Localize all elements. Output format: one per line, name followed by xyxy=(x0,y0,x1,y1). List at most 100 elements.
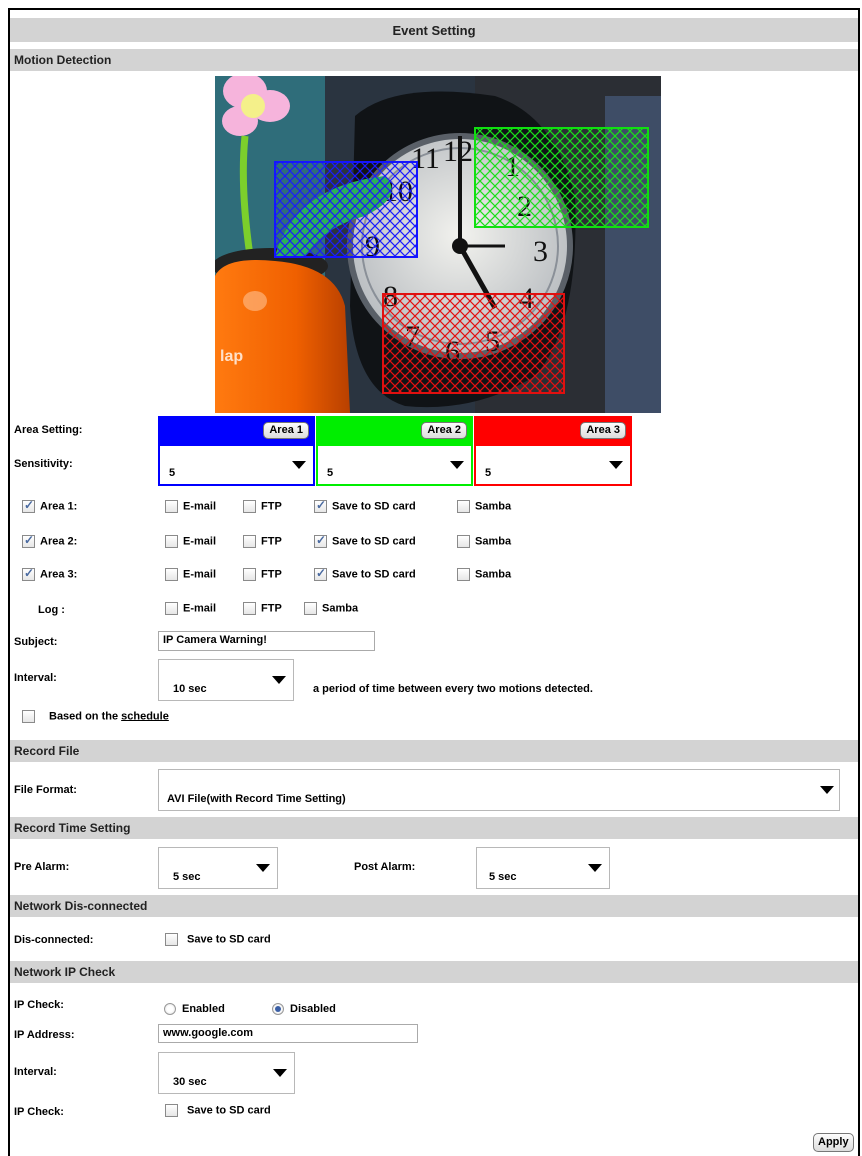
section-motion-detection: Motion Detection xyxy=(10,49,858,71)
area-1-sd-checkbox[interactable]: Save to SD card xyxy=(314,498,416,513)
log-ftp-checkbox[interactable]: FTP xyxy=(243,602,282,615)
apply-button[interactable]: Apply xyxy=(813,1133,854,1152)
disconnected-label: Dis-connected: xyxy=(14,934,94,946)
sensitivity-value: 5 xyxy=(485,467,492,479)
checkbox-icon xyxy=(22,710,35,723)
chevron-down-icon xyxy=(292,461,306,469)
schedule-checkbox[interactable]: Based on the schedule xyxy=(22,710,169,723)
email-label: E-mail xyxy=(183,602,217,615)
checkbox-icon xyxy=(457,500,470,513)
ip-check-sd-checkbox[interactable]: Save to SD card xyxy=(165,1104,271,1117)
sensitivity-select-area-1[interactable]: 5 xyxy=(158,444,315,486)
area-3-header: Area 3 xyxy=(474,416,632,444)
ftp-label: FTP xyxy=(261,500,282,513)
pre-alarm-value: 5 sec xyxy=(173,871,201,883)
area-3-button[interactable]: Area 3 xyxy=(580,422,626,439)
radio-icon xyxy=(272,1003,284,1016)
area-1-samba-checkbox[interactable]: Samba xyxy=(457,500,511,513)
area-2-sd-checkbox[interactable]: Save to SD card xyxy=(314,533,416,548)
post-alarm-value: 5 sec xyxy=(489,871,517,883)
ip-interval-value: 30 sec xyxy=(173,1076,207,1088)
area-1-label: Area 1: xyxy=(40,500,78,513)
sensitivity-select-area-3[interactable]: 5 xyxy=(474,444,632,486)
sensitivity-value: 5 xyxy=(327,467,334,479)
area-2-enable-checkbox[interactable]: Area 2: xyxy=(22,533,78,548)
file-format-label: File Format: xyxy=(14,784,77,796)
schedule-prefix: Based on the xyxy=(49,710,119,723)
checkbox-icon xyxy=(22,533,35,548)
checkbox-icon xyxy=(314,566,327,581)
interval-label: Interval: xyxy=(14,672,57,684)
area-3-email-checkbox[interactable]: E-mail xyxy=(165,568,216,581)
area-3-label: Area 3: xyxy=(40,568,78,581)
chevron-down-icon xyxy=(820,786,834,794)
file-format-select[interactable]: AVI File(with Record Time Setting) xyxy=(158,769,840,811)
pre-alarm-select[interactable]: 5 sec xyxy=(158,847,278,889)
chevron-down-icon xyxy=(272,676,286,684)
area-3-ftp-checkbox[interactable]: FTP xyxy=(243,568,282,581)
ftp-label: FTP xyxy=(261,568,282,581)
log-email-checkbox[interactable]: E-mail xyxy=(165,602,216,615)
disabled-label: Disabled xyxy=(290,1003,336,1015)
motion-area-3[interactable] xyxy=(382,293,565,394)
area-2-label: Area 2: xyxy=(40,535,78,548)
checkbox-icon xyxy=(243,500,256,513)
checkbox-icon xyxy=(314,533,327,548)
section-record-time: Record Time Setting xyxy=(10,817,858,839)
subject-input[interactable]: IP Camera Warning! xyxy=(158,631,375,651)
area-setting-label: Area Setting: xyxy=(14,424,83,436)
section-network-disconnected: Network Dis-connected xyxy=(10,895,858,917)
sensitivity-value: 5 xyxy=(169,467,176,479)
area-1-enable-checkbox[interactable]: Area 1: xyxy=(22,498,78,513)
area-3-sd-checkbox[interactable]: Save to SD card xyxy=(314,566,416,581)
subject-label: Subject: xyxy=(14,636,58,648)
camera-snapshot-image: lap 12 1 2 3 4 5 6 7 8 9 10 11 xyxy=(212,73,661,413)
file-format-value: AVI File(with Record Time Setting) xyxy=(167,793,346,805)
ip-interval-select[interactable]: 30 sec xyxy=(158,1052,295,1094)
post-alarm-select[interactable]: 5 sec xyxy=(476,847,610,889)
log-label: Log : xyxy=(38,604,65,616)
ip-check-enabled-radio[interactable]: Enabled xyxy=(164,1003,225,1016)
schedule-link[interactable]: schedule xyxy=(121,710,169,722)
camera-preview[interactable]: lap 12 1 2 3 4 5 6 7 8 9 10 11 xyxy=(212,73,661,413)
sensitivity-select-area-2[interactable]: 5 xyxy=(316,444,473,486)
checkbox-icon xyxy=(165,1104,178,1117)
sd-label: Save to SD card xyxy=(187,933,271,946)
ftp-label: FTP xyxy=(261,602,282,615)
motion-area-1[interactable] xyxy=(274,161,418,258)
page-title: Event Setting xyxy=(10,18,858,42)
ip-check-label: IP Check: xyxy=(14,999,64,1011)
pre-alarm-label: Pre Alarm: xyxy=(14,861,70,873)
samba-label: Samba xyxy=(475,500,512,513)
section-network-ip-check: Network IP Check xyxy=(10,961,858,983)
area-1-button[interactable]: Area 1 xyxy=(263,422,309,439)
enabled-label: Enabled xyxy=(182,1003,225,1015)
area-3-enable-checkbox[interactable]: Area 3: xyxy=(22,566,78,581)
checkbox-icon xyxy=(304,602,317,615)
svg-text:3: 3 xyxy=(533,235,548,268)
area-3-samba-checkbox[interactable]: Samba xyxy=(457,568,511,581)
area-1-ftp-checkbox[interactable]: FTP xyxy=(243,500,282,513)
ip-address-input[interactable]: www.google.com xyxy=(158,1024,418,1043)
area-2-ftp-checkbox[interactable]: FTP xyxy=(243,535,282,548)
area-2-email-checkbox[interactable]: E-mail xyxy=(165,535,216,548)
radio-icon xyxy=(164,1003,176,1016)
checkbox-icon xyxy=(22,566,35,581)
sd-label: Save to SD card xyxy=(332,500,416,513)
checkbox-icon xyxy=(243,602,256,615)
area-1-header: Area 1 xyxy=(158,416,315,444)
interval-select[interactable]: 10 sec xyxy=(158,659,294,701)
log-samba-checkbox[interactable]: Samba xyxy=(304,602,358,615)
disconnected-sd-checkbox[interactable]: Save to SD card xyxy=(165,933,271,946)
sd-label: Save to SD card xyxy=(332,568,416,581)
ip-interval-label: Interval: xyxy=(14,1066,57,1078)
samba-label: Samba xyxy=(475,535,512,548)
email-label: E-mail xyxy=(183,535,217,548)
ip-check-disabled-radio[interactable]: Disabled xyxy=(272,1003,336,1016)
area-2-button[interactable]: Area 2 xyxy=(421,422,467,439)
area-1-email-checkbox[interactable]: E-mail xyxy=(165,500,216,513)
checkbox-icon xyxy=(165,602,178,615)
sensitivity-label: Sensitivity: xyxy=(14,458,73,470)
motion-area-2[interactable] xyxy=(474,127,649,228)
area-2-samba-checkbox[interactable]: Samba xyxy=(457,535,511,548)
